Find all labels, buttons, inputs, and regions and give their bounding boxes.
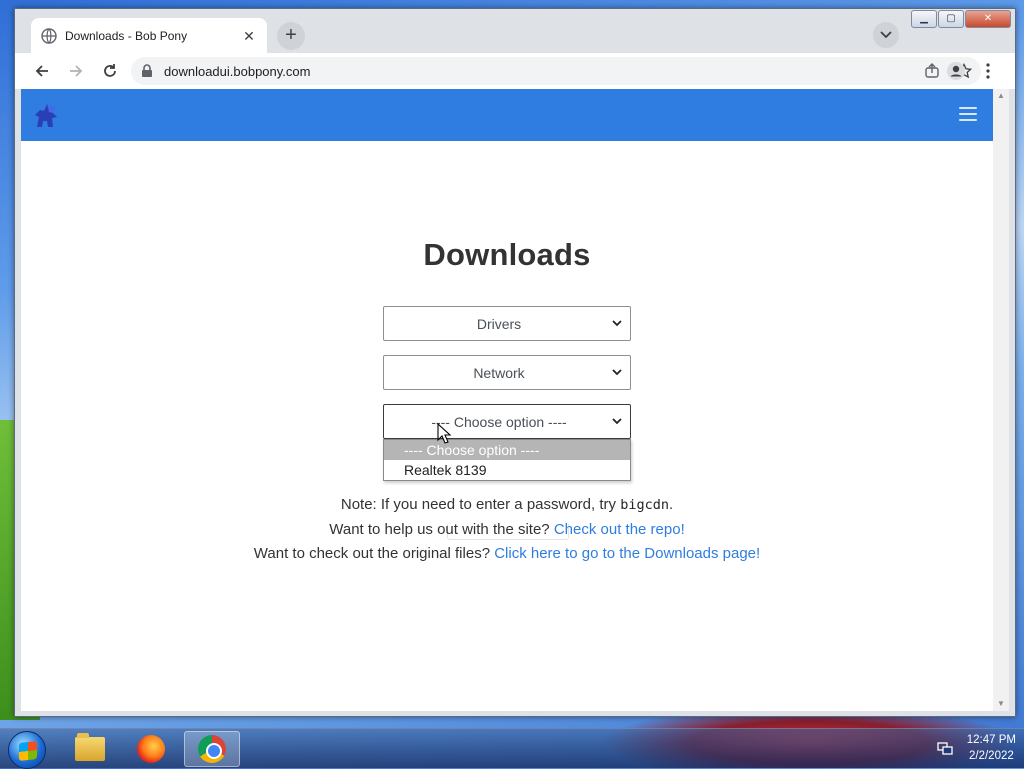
page-viewport: Downloads Drivers Network ---- Choose op…	[21, 89, 1009, 711]
taskbar-chrome[interactable]	[184, 731, 240, 767]
chevron-down-icon	[608, 415, 626, 429]
site-logo[interactable]	[33, 101, 59, 129]
hamburger-menu-icon[interactable]	[959, 107, 977, 121]
chevron-down-icon	[608, 317, 626, 331]
close-window-button[interactable]: ✕	[965, 10, 1011, 28]
tab-search-button[interactable]	[873, 22, 899, 48]
tab-title: Downloads - Bob Pony	[65, 28, 188, 43]
chrome-icon	[198, 735, 226, 763]
minimize-button[interactable]: ▁	[911, 10, 937, 28]
original-files-note: Want to check out the original files? Cl…	[21, 542, 993, 567]
share-icon	[925, 63, 939, 78]
firefox-icon	[137, 735, 165, 763]
browser-menu-button[interactable]	[975, 58, 1001, 84]
password-code: bigcdn	[620, 497, 669, 513]
reload-icon	[104, 64, 116, 77]
address-bar[interactable]: downloadui.bobpony.com	[131, 57, 981, 85]
start-button[interactable]	[8, 731, 46, 769]
category-select[interactable]: Drivers	[383, 306, 631, 341]
item-select-value: ---- Choose option ----	[431, 413, 567, 430]
note-end: .	[668, 496, 674, 513]
reload-button[interactable]	[95, 56, 125, 86]
dropdown-option[interactable]: Realtek 8139	[384, 460, 630, 480]
avatar-icon	[947, 62, 965, 80]
category-select-value: Drivers	[476, 315, 522, 332]
repo-link[interactable]: Check out the repo!	[554, 521, 685, 538]
forward-button[interactable]	[61, 56, 91, 86]
dropdown-option[interactable]: ---- Choose option ----	[384, 440, 630, 460]
clock[interactable]: 12:47 PM 2/2/2022	[967, 732, 1016, 764]
item-select-dropdown: ---- Choose option ---- Realtek 8139	[383, 439, 631, 481]
info-notes: Note: If you need to enter a password, t…	[21, 493, 993, 567]
windows-logo-icon	[19, 741, 37, 761]
pony-logo-icon	[35, 104, 57, 127]
chevron-down-icon	[608, 366, 626, 380]
tab-strip: Downloads - Bob Pony ✕ + ▁ ▢ ✕	[15, 9, 1015, 53]
browser-toolbar: downloadui.bobpony.com	[15, 53, 1015, 89]
lock-icon	[141, 64, 155, 78]
chevron-down-icon	[880, 31, 892, 39]
kebab-menu-icon	[986, 63, 990, 79]
mouse-cursor-icon	[437, 423, 451, 444]
new-tab-button[interactable]: +	[277, 22, 305, 50]
help-text: Want to help us out with the site?	[329, 520, 554, 538]
taskbar-explorer[interactable]	[62, 731, 118, 767]
close-tab-icon[interactable]: ✕	[241, 28, 257, 44]
original-text: Want to check out the original files?	[253, 545, 495, 562]
site-navbar	[21, 89, 993, 141]
scroll-up-icon[interactable]: ▲	[993, 89, 1009, 103]
clock-time: 12:47 PM	[966, 734, 1016, 746]
folder-icon	[75, 733, 105, 761]
page-scrollbar[interactable]: ▲ ▼	[993, 89, 1009, 711]
taskbar-firefox[interactable]	[123, 731, 179, 767]
downloads-page-link[interactable]: Click here to go to the Downloads page!	[494, 545, 760, 562]
help-note: Want to help us out with the site? Check…	[21, 518, 993, 543]
arrow-left-icon	[35, 65, 48, 77]
type-select-value: Network	[473, 364, 525, 381]
password-note: Note: If you need to enter a password, t…	[21, 493, 993, 518]
note-text: Note: If you need to enter a password, t…	[340, 496, 621, 513]
clock-date: 2/2/2022	[969, 750, 1014, 762]
share-button[interactable]	[919, 58, 945, 84]
tab-downloads[interactable]: Downloads - Bob Pony ✕	[31, 18, 267, 53]
window-controls: ▁ ▢ ✕	[911, 10, 1011, 28]
browser-window: Downloads - Bob Pony ✕ + ▁ ▢ ✕ downloadu…	[14, 8, 1016, 717]
scroll-down-icon[interactable]: ▼	[993, 697, 1009, 711]
system-tray: 12:47 PM 2/2/2022	[937, 732, 1016, 764]
network-icon[interactable]	[937, 740, 953, 756]
item-select[interactable]: ---- Choose option ----	[383, 404, 631, 439]
page-title: Downloads	[423, 237, 591, 272]
back-button[interactable]	[27, 56, 57, 86]
globe-icon	[41, 27, 57, 44]
profile-button[interactable]	[943, 58, 969, 84]
url-text: downloadui.bobpony.com	[164, 63, 311, 79]
maximize-button[interactable]: ▢	[938, 10, 964, 28]
taskbar: 12:47 PM 2/2/2022	[0, 728, 1024, 769]
type-select[interactable]: Network	[383, 355, 631, 390]
arrow-right-icon	[70, 65, 83, 77]
